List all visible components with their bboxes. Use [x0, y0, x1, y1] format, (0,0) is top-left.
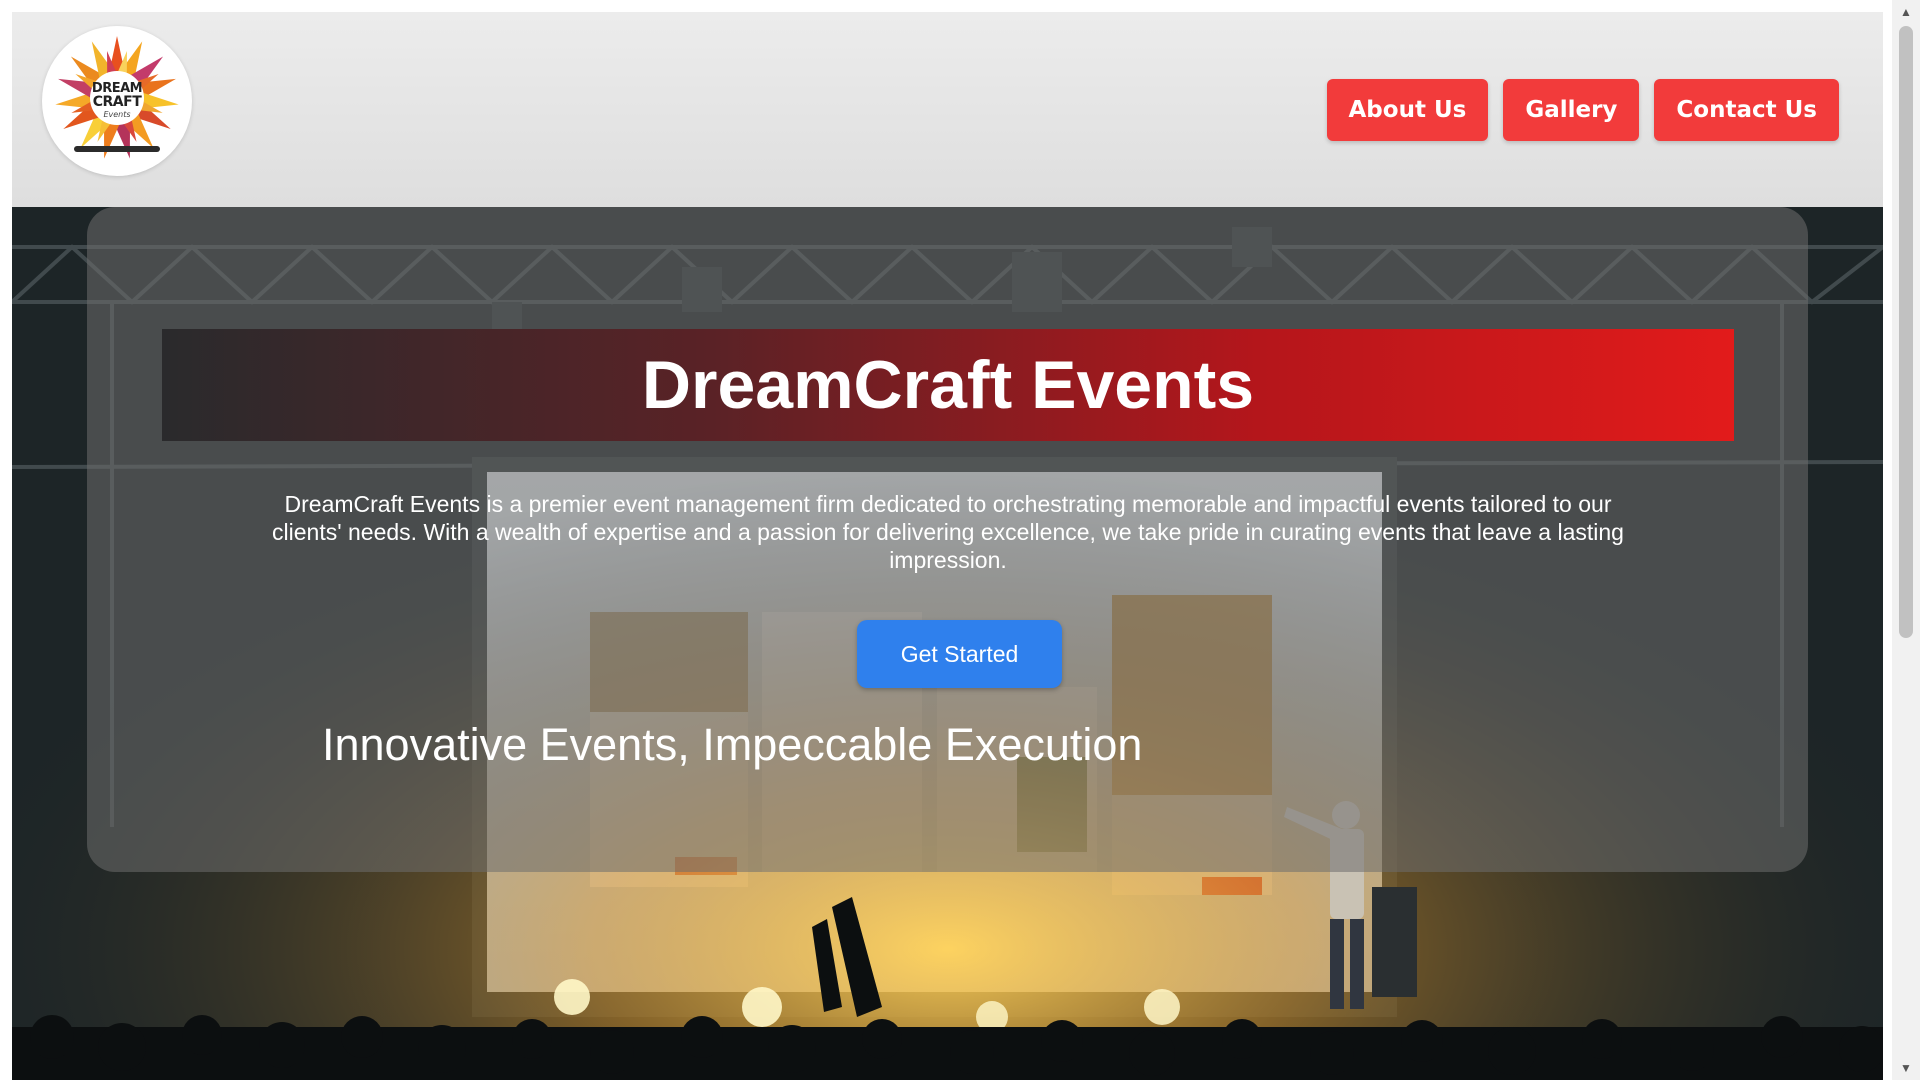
brand-logo[interactable]: DREAM CRAFT Events [42, 26, 192, 176]
scrollbar-thumb[interactable] [1899, 26, 1913, 638]
scroll-up-arrow-icon[interactable]: ▲ [1892, 2, 1920, 22]
hero-description: DreamCraft Events is a premier event man… [272, 491, 1624, 573]
hero-title-banner: DreamCraft Events [162, 329, 1734, 441]
logo-text-events: Events [103, 110, 131, 119]
main-nav: About Us Gallery Contact Us [1326, 79, 1839, 141]
nav-contact-us-button[interactable]: Contact Us [1654, 79, 1839, 141]
scroll-down-arrow-icon[interactable]: ▼ [1892, 1058, 1920, 1078]
nav-gallery-button[interactable]: Gallery [1503, 79, 1640, 141]
hero-overlay-card: DreamCraft Events DreamCraft Events is a… [87, 207, 1808, 872]
logo-text-craft: CRAFT [92, 94, 142, 110]
nav-about-us-button[interactable]: About Us [1326, 79, 1489, 141]
get-started-button[interactable]: Get Started [857, 620, 1062, 688]
page-scrollbar[interactable]: ▲ ▼ [1892, 0, 1920, 1080]
page: DREAM CRAFT Events About Us Gallery Cont… [12, 12, 1883, 1080]
site-header: DREAM CRAFT Events About Us Gallery Cont… [12, 12, 1883, 207]
hero-tagline: Innovative Events, Impeccable Execution [322, 719, 1143, 770]
hero-section: DreamCraft Events DreamCraft Events is a… [12, 207, 1883, 1080]
hero-title: DreamCraft Events [641, 347, 1255, 423]
